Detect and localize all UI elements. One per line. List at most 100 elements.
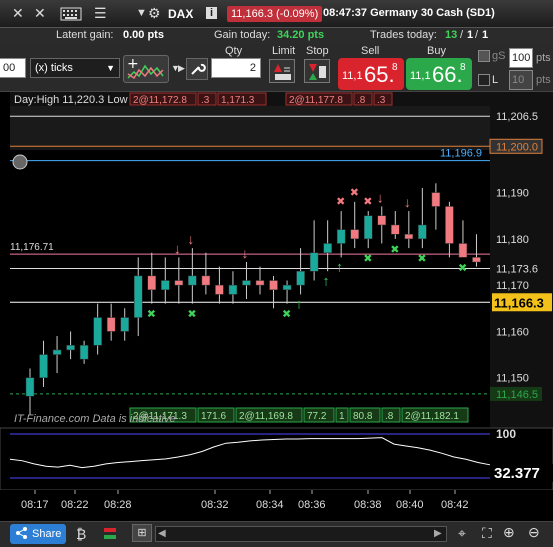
fit-icon[interactable]: ⛶ [482,525,492,542]
zoom-out-icon[interactable]: ⊖ [528,524,540,541]
qty-input[interactable]: 2 [211,58,261,78]
entry-marker: ✖ [147,309,156,321]
order-tag-bottom-text: 80.8 [353,411,373,422]
y-tick-label: 11,160 [496,326,529,338]
day-info-text: Day:High 11,220.3 Low 11, [14,94,145,106]
lock-icon [12,154,28,170]
gain-today-value: 34.20 pts [277,29,325,41]
ticks-select[interactable]: (x) ticks ▼ [30,58,120,78]
chart-type-button[interactable]: + [123,55,169,83]
share-icon [15,527,27,542]
indicator-chart-icon: + [127,56,164,80]
x-tick-label: 08:28 [104,499,132,511]
settings-icon[interactable]: ⚙ [148,6,161,20]
keyboard-icon[interactable] [60,7,82,23]
sell-arrow-marker: ↓ [404,194,411,210]
candle-body [418,224,427,240]
order-toolbar: 00 (x) ticks ▼ + ▼ ▶ Qty 2 Limit Stop Se… [0,44,553,92]
sell-price-big: 65. [364,62,395,87]
buy-arrow-marker: ↑ [336,258,343,274]
candle-body [106,317,116,332]
zoom-in-icon[interactable]: ⊕ [503,524,515,541]
drawing-tools-icon[interactable] [102,526,118,545]
candle-body [66,345,75,351]
order-tag-top-text: .3 [201,95,210,106]
x-tick-label: 08:32 [201,499,229,511]
sell-arrow-marker: ↓ [187,231,194,247]
candle-body [350,229,359,240]
latent-gain-label: Latent gain: [56,29,114,41]
x-tick-label: 08:38 [354,499,382,511]
candle-body [188,275,197,286]
candle-body [445,206,454,244]
sell-label: Sell [361,45,380,57]
entry-marker: ✖ [282,309,291,321]
limit-order-button[interactable] [269,59,295,83]
qty-label: Qty [225,45,243,57]
candle-body [431,192,441,207]
buy-arrow-marker: ↑ [323,272,330,288]
osc-tick-100: 100 [496,427,516,441]
l-checkbox[interactable] [478,74,490,86]
wrench-button[interactable] [186,58,208,80]
share-button[interactable]: Share [10,524,66,544]
y-tick-label: 11,206.5 [496,111,538,123]
buy-button[interactable]: 11,1 66. 8 [406,58,472,90]
exit-marker: ✖ [363,196,372,208]
order-tag-bottom-text: 2@11,182.1 [405,411,459,422]
candle-body [174,280,184,286]
stop-label: Stop [306,45,329,57]
buy-price-small: 11,1 [410,70,431,82]
info-icon[interactable]: i [206,7,217,19]
y-tick-label: 11,150 [496,373,529,385]
entry-marker: ✖ [458,262,467,274]
chevron-right-icon[interactable]: ▶ [178,63,185,74]
sell-price-small: 11,1 [342,70,363,82]
scroll-left-icon[interactable]: ◀ [158,528,166,539]
x-tick-label: 08:34 [256,499,284,511]
candle-body [52,349,62,355]
menu-icon[interactable]: ☰ [94,6,107,20]
level-label-11176: 11,176.71 [10,242,54,253]
collapse-icon[interactable]: ✕ [34,6,46,20]
trades-today-label: Trades today: [370,29,437,41]
price-chart[interactable]: ↓ ↓ ↓ ✖ ✖ ✖ ↑ ↑ ↑ ✖ ✖ ✖ ↓ ↓ ✖ ✖ ✖ ✖ Day:High 11,220.3 Low … [0,92,553,522]
chevron-down-icon[interactable]: ▼ [136,6,147,20]
sell-button[interactable]: 11,1 65. 8 [338,58,404,90]
crosshair-icon[interactable]: ⌖ [458,525,466,542]
scrollbar[interactable]: ◀ ▶ [155,526,447,542]
order-tag-top-text: 2@11,177.8 [289,95,343,106]
time-market-label: 08:47:37 Germany 30 Cash (SD1) [323,7,495,19]
candle-body [269,280,278,291]
candle-body [201,275,211,286]
candle-body [25,377,35,397]
buy-label: Buy [427,45,446,57]
trades-today-c: 1 [482,29,489,41]
current-price-label: 11,166.3 [494,295,544,310]
gs-checkbox[interactable] [478,50,490,62]
buy-price-big: 66. [432,62,463,87]
candle-body [161,280,170,291]
price-change-badge: 11,166.3 (-0.09%) [227,6,323,22]
ticker-icon[interactable]: ₿ [76,526,86,542]
close-icon[interactable]: ✕ [12,6,24,20]
stop-order-button[interactable] [304,59,330,83]
gs-input[interactable]: 100 [509,48,533,68]
order-tag-top-text: .3 [377,95,386,106]
candle-body [377,215,387,226]
indicator-button[interactable]: ⊞ [132,524,152,542]
entry-marker: ✖ [390,244,399,256]
sell-arrow-marker: ↓ [377,189,384,205]
order-tag-bottom-text: 77.2 [307,411,327,422]
exit-marker: ✖ [350,187,359,199]
x-tick-label: 08:40 [396,499,424,511]
x-tick-label: 08:17 [21,499,49,511]
l-input[interactable]: 10 [509,70,533,90]
amount-input[interactable]: 00 [0,58,26,78]
candle-body [458,243,468,258]
candle-body [323,243,332,253]
chevron-down-icon: ▼ [106,63,115,73]
sell-arrow-marker: ↓ [241,245,248,261]
order-tag-bottom-text: .8 [385,411,394,422]
scroll-right-icon[interactable]: ▶ [434,528,442,539]
